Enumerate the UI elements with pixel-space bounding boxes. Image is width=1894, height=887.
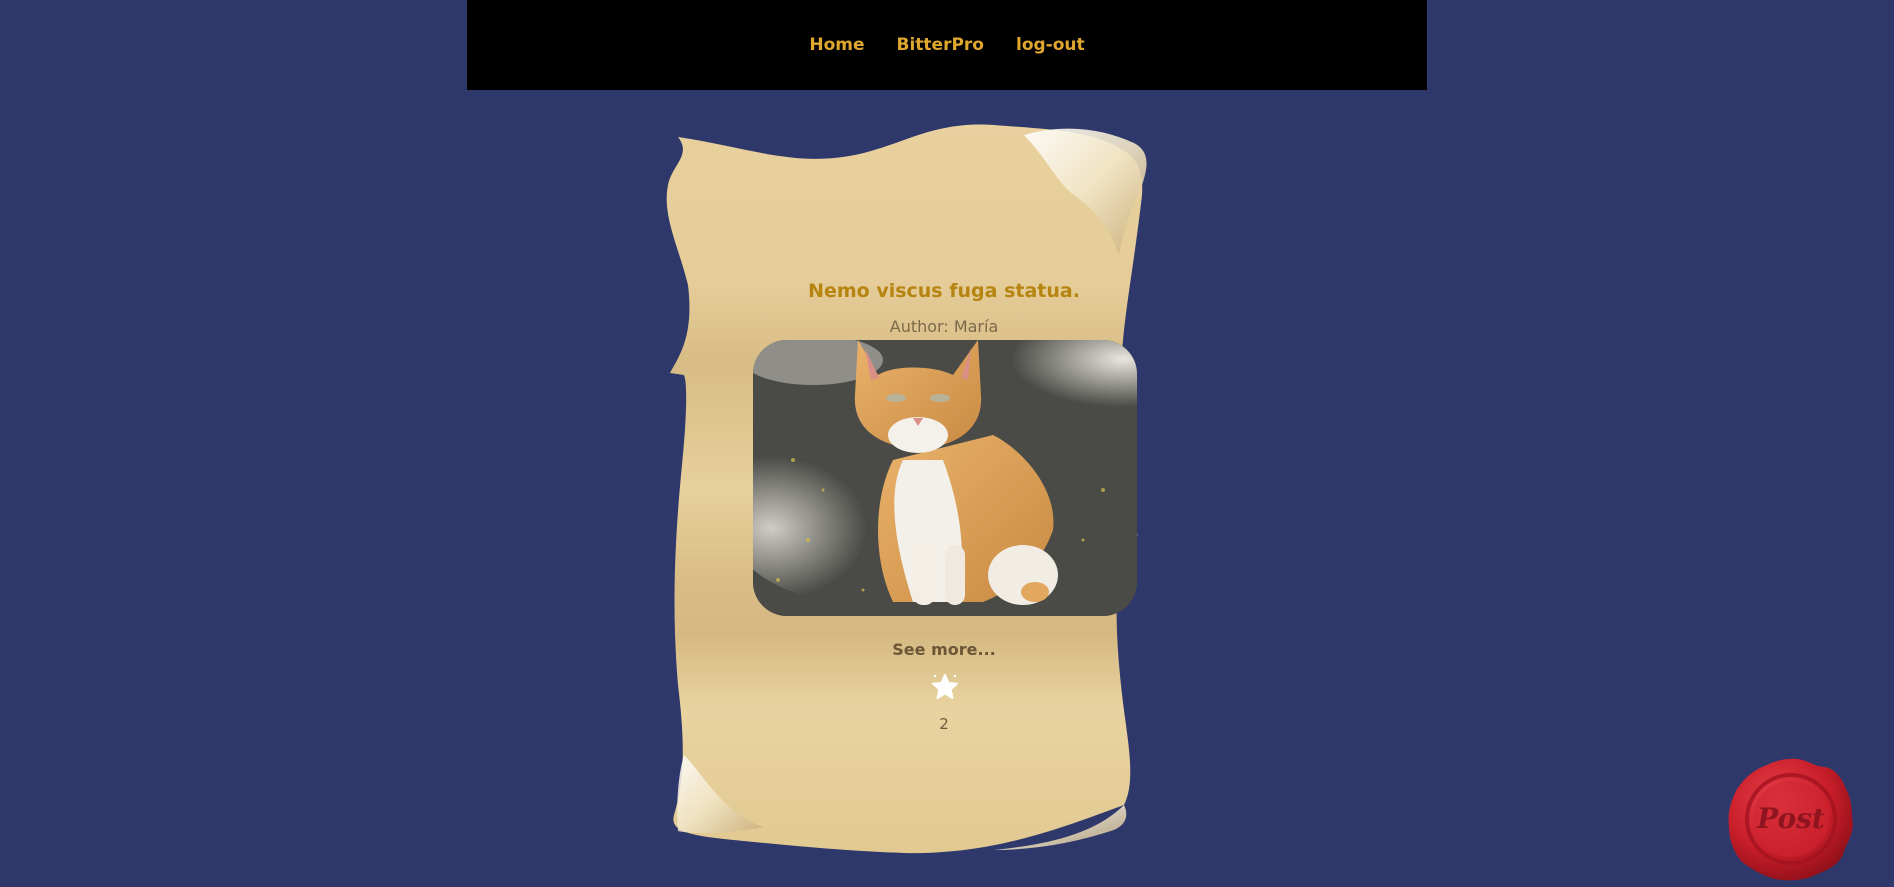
post-title: Nemo viscus fuga statua. — [808, 280, 1080, 302]
post-card: Nemo viscus fuga statua. Author: María S… — [664, 115, 1224, 855]
cat-photo — [753, 340, 1137, 616]
post-author: Author: María — [889, 317, 999, 336]
post-button-label: Post — [1756, 802, 1825, 835]
see-more-link[interactable]: See more... — [664, 640, 1224, 659]
nav-home-link[interactable]: Home — [809, 35, 864, 55]
post-button[interactable]: Post — [1725, 755, 1855, 883]
nav-bitterpro-link[interactable]: BitterPro — [897, 35, 984, 55]
post-image — [753, 340, 1137, 616]
wax-seal-icon: Post — [1728, 758, 1853, 881]
like-count: 2 — [939, 715, 949, 733]
top-navigation: Home BitterPro log-out — [467, 0, 1427, 90]
nav-logout-link[interactable]: log-out — [1016, 35, 1085, 55]
star-icon — [932, 674, 958, 699]
like-button[interactable] — [929, 671, 961, 703]
post-content: Nemo viscus fuga statua. Author: María S… — [664, 115, 1224, 855]
